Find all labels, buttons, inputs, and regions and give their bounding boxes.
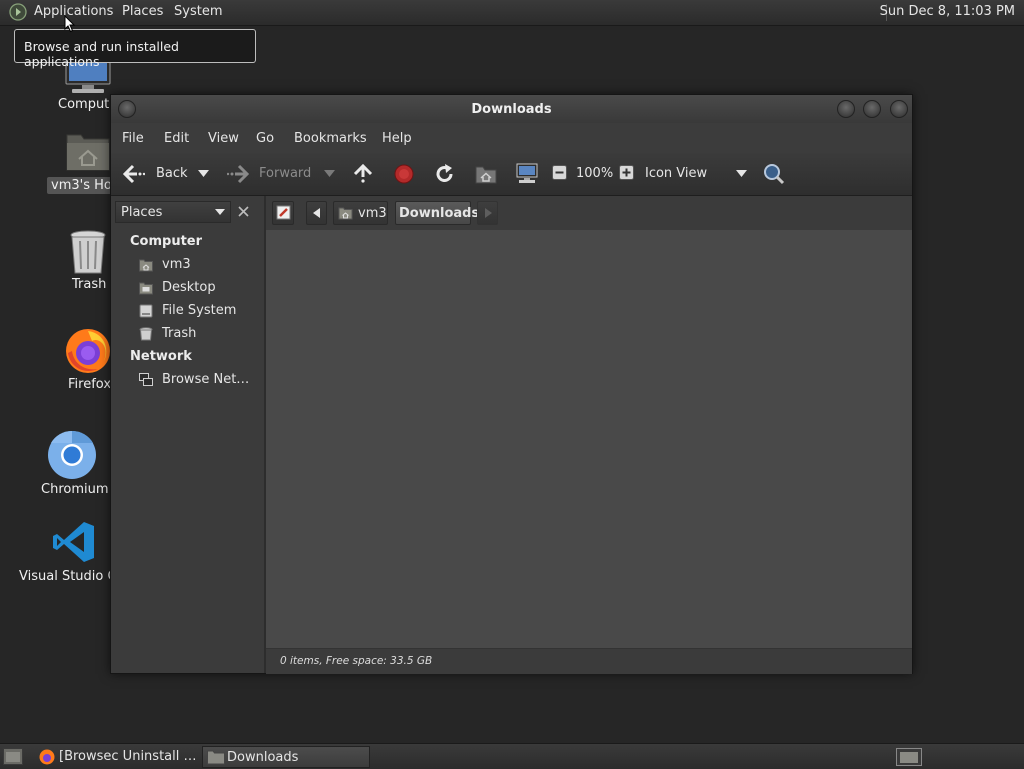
crumb-label: Downloads bbox=[399, 206, 480, 221]
sidebar-item-label: Browse Net… bbox=[162, 372, 250, 387]
computer-icon[interactable] bbox=[516, 163, 538, 185]
crumb-downloads[interactable]: Downloads bbox=[395, 201, 479, 225]
trash-icon bbox=[70, 230, 106, 274]
desktop-icon-chromium[interactable]: Chromium bbox=[24, 428, 120, 498]
chevron-left-icon bbox=[313, 208, 320, 218]
back-history-chevron-down-icon[interactable] bbox=[198, 170, 209, 177]
menu-view[interactable]: View bbox=[208, 131, 239, 146]
sidebar-header: Places bbox=[111, 196, 264, 226]
home-folder-icon[interactable] bbox=[475, 164, 497, 184]
zoom-level[interactable]: 100% bbox=[576, 166, 613, 181]
desktop-icon-label: Compute bbox=[58, 97, 118, 112]
reload-icon[interactable] bbox=[435, 164, 455, 184]
desktop-icon-label: Trash bbox=[72, 277, 107, 292]
home-icon bbox=[139, 259, 153, 272]
taskbar-button-browsec[interactable]: [Browsec Uninstall … bbox=[35, 746, 198, 768]
applications-logo-icon[interactable] bbox=[9, 3, 27, 21]
top-panel: Applications Places System Sun Dec 8, 11… bbox=[0, 0, 1024, 26]
forward-button-label[interactable]: Forward bbox=[259, 166, 311, 181]
status-text: 0 items, Free space: 33.5 GB bbox=[280, 655, 433, 667]
zoom-in-icon[interactable] bbox=[619, 165, 634, 180]
minimize-button[interactable] bbox=[837, 100, 855, 118]
trash-icon bbox=[139, 327, 153, 341]
up-arrow-icon[interactable] bbox=[353, 164, 373, 184]
bottom-panel: [Browsec Uninstall … Downloads bbox=[0, 743, 1024, 769]
sidebar-item-label: vm3 bbox=[162, 257, 191, 272]
show-desktop-icon[interactable] bbox=[3, 748, 23, 765]
sidebar-category-computer: Computer bbox=[130, 234, 203, 249]
desktop-icon-label: Visual Studio Co bbox=[19, 569, 125, 584]
menu-file[interactable]: File bbox=[122, 131, 144, 146]
desktop-icon-vscode[interactable]: Visual Studio Co bbox=[19, 518, 125, 588]
menu-bookmarks[interactable]: Bookmarks bbox=[294, 131, 367, 146]
places-sidebar: Computer vm3 Desktop File System Trash N… bbox=[111, 226, 264, 673]
home-icon bbox=[338, 207, 353, 220]
zoom-out-icon[interactable] bbox=[552, 165, 567, 180]
forward-arrow-icon[interactable] bbox=[227, 164, 249, 184]
taskbar-button-downloads[interactable]: Downloads bbox=[202, 746, 370, 768]
menubar: File Edit View Go Bookmarks Help bbox=[111, 123, 912, 153]
desktop-folder-icon bbox=[139, 282, 153, 295]
mouse-cursor-icon bbox=[64, 15, 76, 33]
drive-icon bbox=[139, 304, 153, 318]
path-bar: vm3 Downloads bbox=[266, 196, 912, 230]
back-button-label[interactable]: Back bbox=[156, 166, 188, 181]
places-select[interactable]: Places bbox=[115, 201, 231, 223]
close-sidebar-icon[interactable] bbox=[238, 206, 249, 217]
system-menu[interactable]: System bbox=[174, 4, 222, 19]
vscode-icon bbox=[53, 522, 94, 562]
taskbar-label: [Browsec Uninstall … bbox=[59, 749, 197, 764]
desktop-icon-label: Firefox bbox=[68, 377, 112, 392]
menu-help[interactable]: Help bbox=[382, 131, 412, 146]
menu-go[interactable]: Go bbox=[256, 131, 274, 146]
search-icon[interactable] bbox=[763, 163, 785, 185]
edit-location-button[interactable] bbox=[272, 201, 294, 225]
forward-history-chevron-down-icon[interactable] bbox=[324, 170, 335, 177]
crumb-vm3[interactable]: vm3 bbox=[333, 201, 388, 225]
window-titlebar[interactable]: Downloads bbox=[111, 95, 912, 123]
file-manager-window: Downloads File Edit View Go Bookmarks He… bbox=[110, 94, 913, 674]
window-title: Downloads bbox=[471, 102, 552, 117]
clock[interactable]: Sun Dec 8, 11:03 PM bbox=[880, 4, 1015, 19]
pathbar-scroll-right-button[interactable] bbox=[477, 201, 498, 225]
chromium-icon bbox=[48, 430, 96, 479]
firefox-icon bbox=[39, 749, 55, 765]
chevron-right-icon bbox=[485, 208, 492, 218]
sidebar-item-label: File System bbox=[162, 303, 237, 318]
folder-icon bbox=[207, 750, 225, 765]
file-view-area[interactable] bbox=[266, 230, 912, 648]
network-icon bbox=[139, 373, 153, 386]
status-bar: 0 items, Free space: 33.5 GB bbox=[266, 648, 912, 674]
taskbar-label: Downloads bbox=[227, 750, 299, 765]
view-mode-chevron-down-icon[interactable] bbox=[736, 170, 747, 177]
menu-edit[interactable]: Edit bbox=[164, 131, 189, 146]
edit-location-icon bbox=[276, 205, 291, 220]
crumb-label: vm3 bbox=[358, 206, 387, 221]
workspace-switcher-icon[interactable] bbox=[896, 748, 922, 766]
desktop-icon-label: Chromium bbox=[41, 482, 109, 497]
applications-tooltip: Browse and run installed applications bbox=[14, 29, 256, 69]
view-mode-select[interactable]: Icon View bbox=[645, 166, 707, 181]
pathbar-scroll-left-button[interactable] bbox=[306, 201, 327, 225]
stop-icon[interactable] bbox=[394, 164, 414, 184]
places-chevron-down-icon bbox=[215, 209, 225, 215]
close-button[interactable] bbox=[890, 100, 908, 118]
maximize-button[interactable] bbox=[863, 100, 881, 118]
back-arrow-icon[interactable] bbox=[123, 164, 145, 184]
home-folder-icon bbox=[66, 134, 110, 171]
places-select-label: Places bbox=[121, 205, 163, 220]
toolbar: Back Forward 100% Icon View bbox=[111, 153, 912, 196]
places-menu[interactable]: Places bbox=[122, 4, 163, 19]
sidebar-item-label: Trash bbox=[162, 326, 197, 341]
firefox-icon bbox=[66, 329, 110, 373]
sidebar-item-label: Desktop bbox=[162, 280, 216, 295]
sidebar-category-network: Network bbox=[130, 349, 192, 364]
